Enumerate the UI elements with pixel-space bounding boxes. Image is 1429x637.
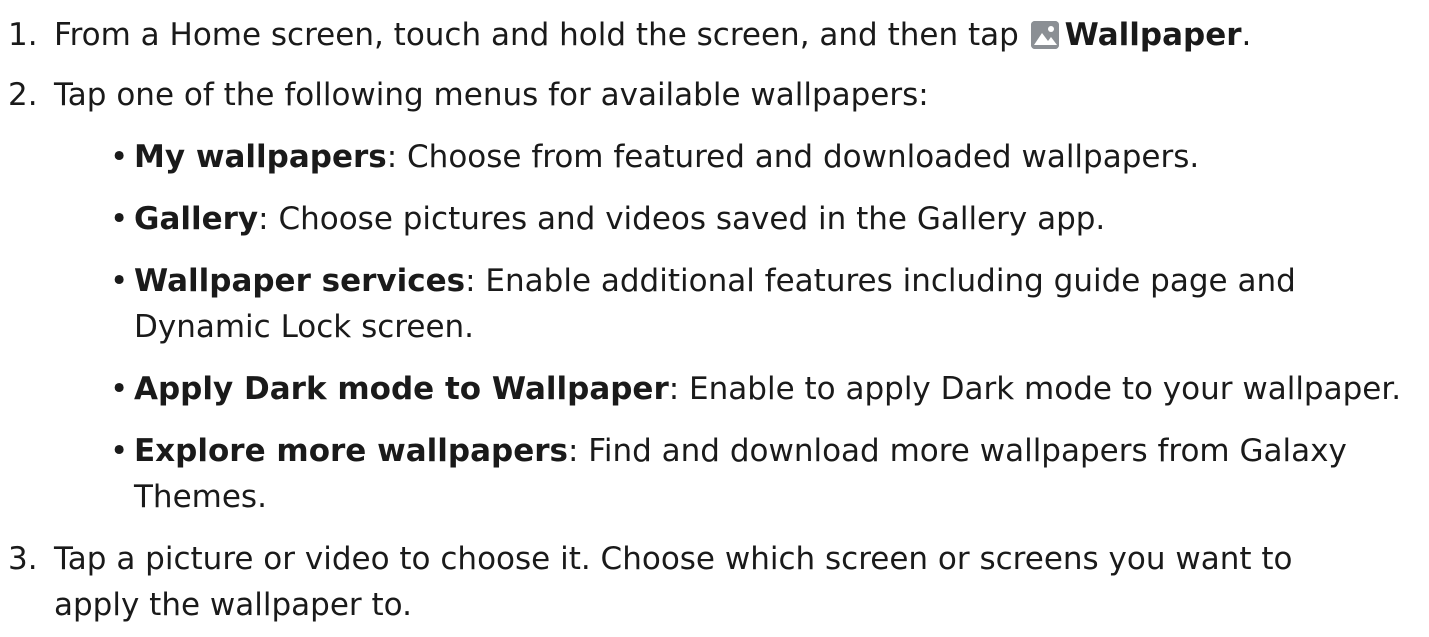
bullet-wallpaper-services: • Wallpaper services: Enable additional f…: [110, 258, 1296, 304]
bullet-desc: : Choose pictures and videos saved in th…: [258, 201, 1106, 237]
bullet-dot: •: [110, 139, 129, 175]
step-text: From a Home screen, touch and hold the s…: [54, 17, 1019, 53]
bullet-term: Explore more wallpapers: [134, 433, 568, 469]
step-text-continued: apply the wallpaper to.: [54, 587, 412, 623]
step-text-end: .: [1241, 17, 1252, 53]
step-1: 1. From a Home screen, touch and hold the…: [0, 12, 1251, 58]
wallpaper-icon: [1030, 21, 1059, 49]
bullet-dot: •: [110, 433, 129, 469]
bullet-dot: •: [110, 263, 129, 299]
bullet-desc-continued: Dynamic Lock screen.: [134, 309, 475, 345]
step-3: 3. Tap a picture or video to choose it. C…: [0, 536, 1293, 582]
bullet-desc: : Choose from featured and downloaded wa…: [386, 139, 1200, 175]
wallpaper-label: Wallpaper: [1064, 17, 1242, 53]
bullet-desc: : Enable to apply Dark mode to your wall…: [668, 371, 1402, 407]
bullet-desc: : Enable additional features including g…: [465, 263, 1296, 299]
bullet-term: My wallpapers: [134, 139, 387, 175]
bullet-desc-continued: Themes.: [134, 479, 267, 515]
bullet-dot: •: [110, 371, 129, 407]
bullet-apply-dark-mode: • Apply Dark mode to Wallpaper: Enable to…: [110, 366, 1401, 412]
bullet-desc: : Find and download more wallpapers from…: [567, 433, 1347, 469]
step-number: 2.: [8, 77, 38, 113]
step-number: 1.: [8, 17, 38, 53]
bullet-term: Gallery: [134, 201, 259, 237]
bullet-dot: •: [110, 201, 129, 237]
step-text: Tap a picture or video to choose it. Cho…: [54, 541, 1293, 577]
bullet-explore-more: • Explore more wallpapers: Find and downl…: [110, 428, 1347, 474]
bullet-gallery: • Gallery: Choose pictures and videos sav…: [110, 196, 1105, 242]
instruction-document: 1. From a Home screen, touch and hold the…: [0, 0, 1429, 637]
bullet-term: Apply Dark mode to Wallpaper: [134, 371, 669, 407]
step-text: Tap one of the following menus for avail…: [54, 77, 929, 113]
step-2: 2. Tap one of the following menus for ava…: [0, 72, 929, 118]
bullet-term: Wallpaper services: [134, 263, 466, 299]
bullet-my-wallpapers: • My wallpapers: Choose from featured and…: [110, 134, 1199, 180]
step-number: 3.: [8, 541, 38, 577]
